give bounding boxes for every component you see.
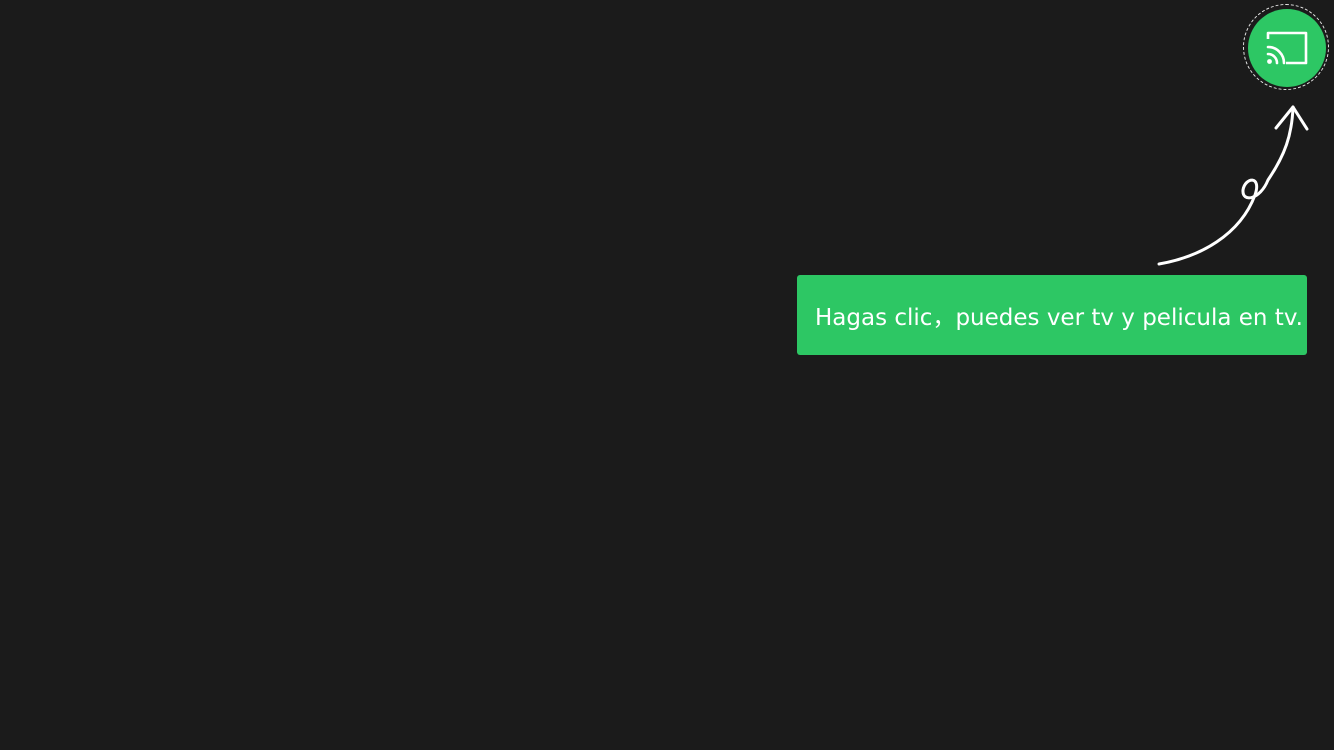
onboarding-overlay[interactable]: Hagas clic，puedes ver tv y pelicula en t… [0,0,1334,750]
cast-hint-text: Hagas clic，puedes ver tv y pelicula en t… [815,305,1303,331]
cast-button[interactable] [1248,9,1326,87]
cast-hint-tooltip: Hagas clic，puedes ver tv y pelicula en t… [797,275,1307,355]
curly-arrow-icon [1157,105,1309,266]
cast-icon [1266,31,1308,65]
